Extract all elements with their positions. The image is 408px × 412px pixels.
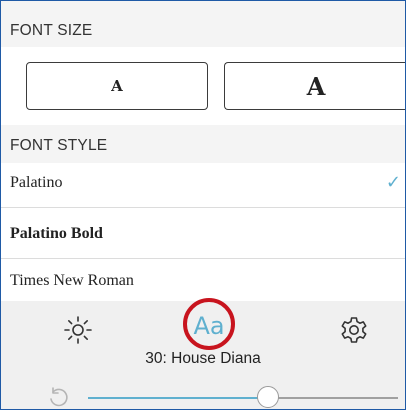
slider-thumb[interactable] — [257, 386, 279, 408]
font-option-label: Palatino — [10, 173, 63, 191]
reader-settings-panel: FONT SIZE A A FONT STYLE Palatino ✓ Pala… — [0, 0, 406, 410]
settings-button[interactable] — [338, 314, 370, 346]
sun-icon — [64, 316, 92, 344]
slider-track-remaining — [278, 397, 398, 399]
checkmark-icon: ✓ — [385, 172, 401, 193]
font-option-palatino-bold[interactable]: Palatino Bold — [1, 209, 405, 259]
font-size-header: FONT SIZE — [10, 22, 93, 39]
reset-position-button[interactable] — [46, 385, 72, 409]
brightness-button[interactable] — [63, 315, 93, 345]
font-option-label: Palatino Bold — [10, 224, 103, 242]
font-option-label: Times New Roman — [10, 272, 134, 289]
slider-track-filled — [88, 397, 266, 399]
font-aa-icon: Aa — [193, 312, 225, 340]
chapter-label: 30: House Diana — [145, 350, 261, 367]
font-size-decrease-button[interactable]: A — [26, 62, 208, 110]
font-settings-button[interactable]: Aa — [180, 298, 238, 354]
font-option-palatino[interactable]: Palatino ✓ — [1, 158, 405, 208]
undo-icon — [50, 387, 68, 407]
bottom-toolbar: Aa 30: House Diana — [1, 298, 405, 409]
font-size-increase-button[interactable]: A — [224, 62, 405, 110]
gear-icon — [341, 317, 367, 343]
